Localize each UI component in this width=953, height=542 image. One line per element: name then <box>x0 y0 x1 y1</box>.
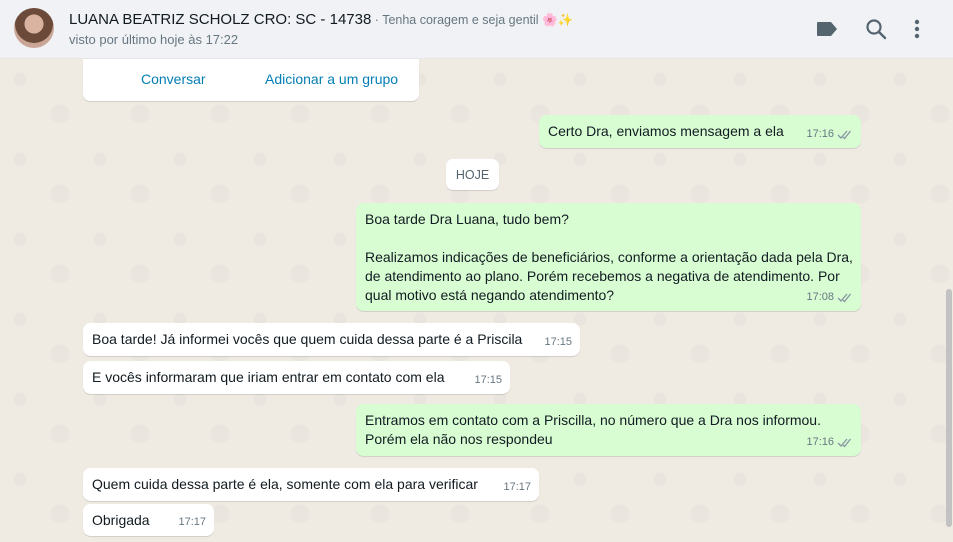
menu-icon[interactable] <box>905 17 929 41</box>
chat-button[interactable]: Conversar <box>141 71 206 87</box>
message-meta: 17:17 <box>178 513 206 532</box>
contact-status: · Tenha coragem e seja gentil 🌸✨ <box>371 13 574 27</box>
message-incoming[interactable]: E vocês informaram que iriam entrar em c… <box>83 361 510 394</box>
message-time: 17:15 <box>544 336 572 348</box>
message-outgoing[interactable]: Certo Dra, enviamos mensagem a ela 17:16 <box>539 115 861 148</box>
message-time: 17:16 <box>806 436 834 448</box>
contact-avatar[interactable] <box>14 8 54 48</box>
message-time: 17:15 <box>474 374 502 386</box>
add-to-group-button[interactable]: Adicionar a um grupo <box>265 71 398 87</box>
message-incoming[interactable]: Obrigada 17:17 <box>83 504 214 536</box>
message-meta: 17:15 <box>544 333 572 352</box>
contact-title[interactable]: LUANA BEATRIZ SCHOLZ CRO: SC - 14738 · T… <box>69 11 573 29</box>
scrollbar[interactable] <box>946 289 952 527</box>
message-text: Boa tarde Dra Luana, tudo bem? Realizamo… <box>365 211 853 303</box>
last-seen-status: visto por último hoje às 17:22 <box>69 32 239 47</box>
label-icon[interactable] <box>815 17 839 41</box>
message-text: Boa tarde! Já informei vocês que quem cu… <box>92 331 523 347</box>
read-ticks-icon <box>837 438 852 448</box>
message-time: 17:16 <box>806 128 834 140</box>
message-outgoing[interactable]: Boa tarde Dra Luana, tudo bem? Realizamo… <box>356 203 861 311</box>
read-ticks-icon <box>837 293 852 303</box>
message-meta: 17:17 <box>503 478 531 497</box>
message-text: E vocês informaram que iriam entrar em c… <box>92 369 445 385</box>
contact-card: Conversar Adicionar a um grupo <box>83 59 419 101</box>
message-text: Certo Dra, enviamos mensagem a ela <box>548 123 784 139</box>
message-text: Quem cuida dessa parte é ela, somente co… <box>92 476 478 492</box>
message-meta: 17:15 <box>474 371 502 390</box>
chat-header: LUANA BEATRIZ SCHOLZ CRO: SC - 14738 · T… <box>0 0 953 59</box>
read-ticks-icon <box>837 130 852 140</box>
message-meta: 17:16 <box>806 125 853 144</box>
message-incoming[interactable]: Quem cuida dessa parte é ela, somente co… <box>83 468 539 501</box>
message-incoming[interactable]: Boa tarde! Já informei vocês que quem cu… <box>83 323 580 356</box>
message-meta: 17:16 <box>806 433 853 452</box>
contact-name: LUANA BEATRIZ SCHOLZ CRO: SC - 14738 <box>69 11 372 28</box>
message-time: 17:17 <box>178 516 206 528</box>
message-meta: 17:08 <box>806 288 853 307</box>
message-time: 17:08 <box>806 291 834 303</box>
search-icon[interactable] <box>864 17 888 41</box>
message-outgoing[interactable]: Entramos em contato com a Priscilla, no … <box>356 404 861 456</box>
date-separator: HOJE <box>446 159 499 190</box>
message-text: Obrigada <box>92 512 150 528</box>
message-time: 17:17 <box>503 481 531 493</box>
message-text: Entramos em contato com a Priscilla, no … <box>365 412 821 447</box>
